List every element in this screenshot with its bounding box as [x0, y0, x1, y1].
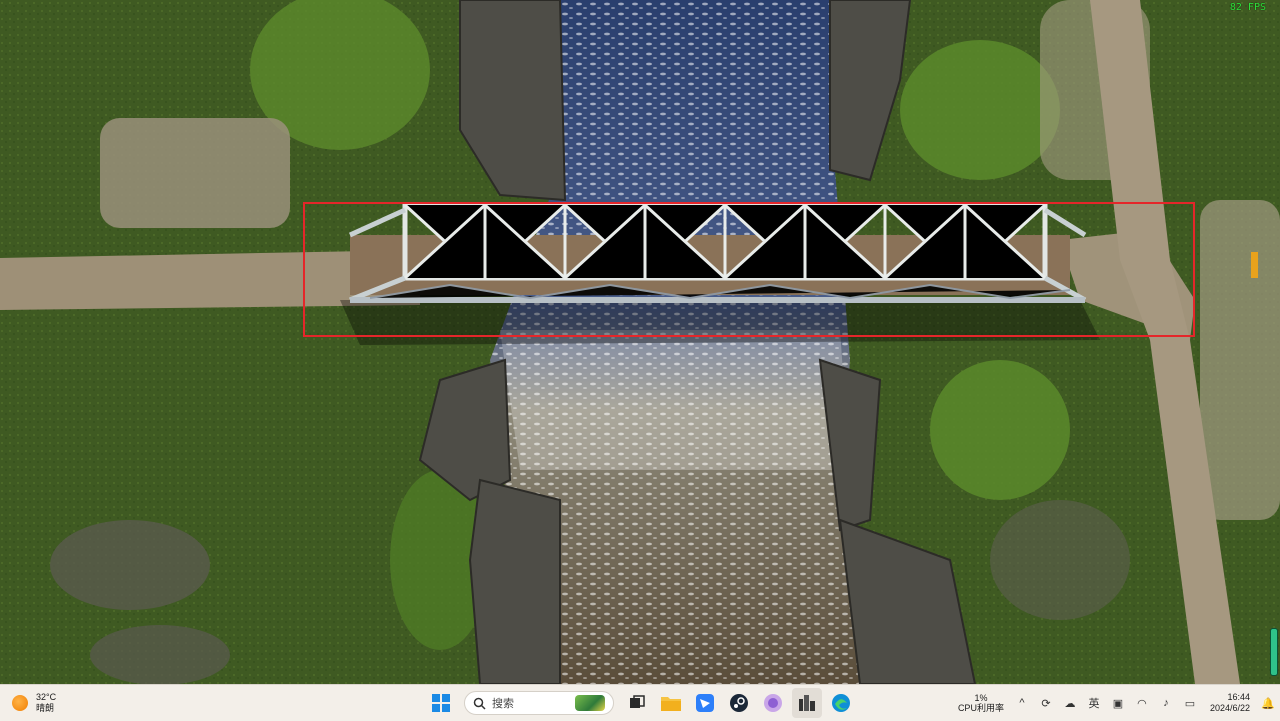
steam-button[interactable]	[724, 688, 754, 718]
fps-counter: 82 FPS	[1229, 2, 1266, 13]
task-view-button[interactable]	[622, 688, 652, 718]
weather-widget[interactable]: 32°C 晴朗	[12, 689, 56, 717]
input-method-icon[interactable]: 英	[1084, 693, 1104, 713]
cpu-label: CPU利用率	[957, 703, 1004, 713]
chevron-up-icon[interactable]: ^	[1012, 693, 1032, 713]
windows-start-button[interactable]	[426, 688, 456, 718]
windows-taskbar: 32°C 晴朗 搜索 1% CPU利用率 ^ ⟳ ☁ 英 ▣ ◠ ♪ ▭ 16:…	[0, 684, 1280, 721]
rock-rubble	[990, 500, 1130, 620]
grass-hill	[930, 360, 1070, 500]
clock-time: 16:44	[1227, 692, 1250, 702]
rock-rubble	[90, 625, 230, 684]
cloud-icon[interactable]: ☁	[1060, 693, 1080, 713]
dirt-patch	[100, 118, 290, 228]
cpu-monitor[interactable]: 1% CPU利用率	[958, 693, 1004, 713]
search-icon	[473, 697, 486, 710]
steam-icon	[730, 694, 748, 712]
cpu-value: 1%	[974, 693, 988, 703]
search-highlight-image	[575, 695, 605, 711]
app-tray-icon[interactable]: ▣	[1108, 693, 1128, 713]
weather-condition: 晴朗	[36, 703, 55, 713]
windows-logo-icon	[432, 694, 450, 712]
notification-bell-icon[interactable]: 🔔	[1258, 693, 1278, 713]
search-placeholder: 搜索	[492, 698, 514, 710]
selection-highlight	[303, 202, 1195, 337]
sunny-icon	[12, 695, 28, 711]
cities-skylines-button[interactable]	[792, 688, 822, 718]
side-indicator[interactable]	[1270, 628, 1278, 676]
feishu-icon	[696, 694, 714, 712]
game-viewport[interactable]: 82 FPS	[0, 0, 1280, 684]
game-icon	[799, 695, 815, 711]
taskbar-search-box[interactable]: 搜索	[464, 691, 614, 715]
clock-date: 2024/6/22	[1209, 703, 1250, 713]
task-view-icon	[630, 695, 645, 708]
sync-icon[interactable]: ⟳	[1036, 693, 1056, 713]
road-sign	[1251, 252, 1258, 278]
rock-rubble	[50, 520, 210, 610]
feishu-button[interactable]	[690, 688, 720, 718]
volume-icon[interactable]: ♪	[1156, 693, 1176, 713]
orb-browser-icon	[764, 694, 782, 712]
system-tray: 1% CPU利用率 ^ ⟳ ☁ 英 ▣ ◠ ♪ ▭ 16:44 2024/6/2…	[958, 688, 1280, 718]
dirt-patch	[1200, 200, 1280, 520]
wifi-icon[interactable]: ◠	[1132, 693, 1152, 713]
folder-icon	[661, 697, 681, 711]
taskbar-apps: 搜索	[426, 688, 856, 718]
taskbar-clock[interactable]: 16:44 2024/6/22	[1210, 692, 1250, 714]
terrain-map	[0, 0, 1280, 684]
edge-icon	[832, 694, 850, 712]
weather-temperature: 32°C	[36, 692, 57, 702]
edge-button[interactable]	[826, 688, 856, 718]
grass-hill	[900, 40, 1060, 180]
battery-icon[interactable]: ▭	[1180, 693, 1200, 713]
browser-app-button[interactable]	[758, 688, 788, 718]
file-explorer-button[interactable]	[656, 688, 686, 718]
